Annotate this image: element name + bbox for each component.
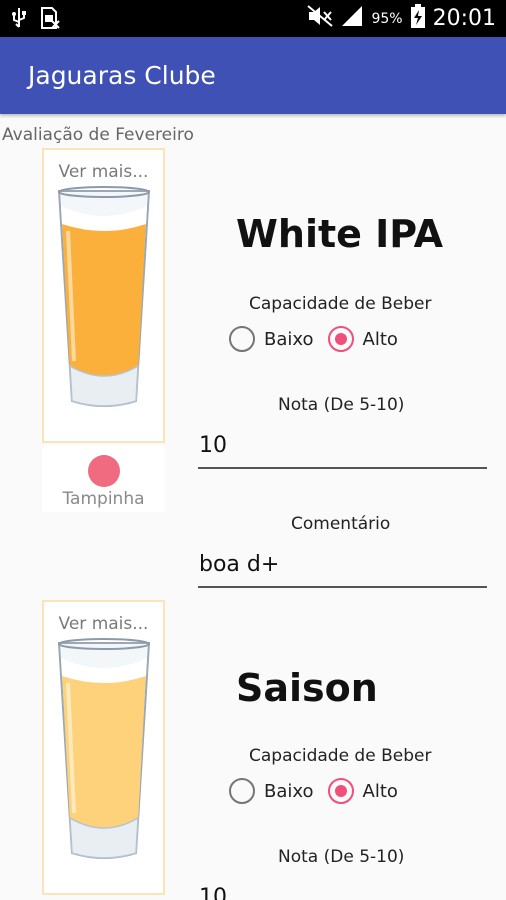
status-bar: 95% 20:01 (0, 0, 506, 37)
radio-alto[interactable]: Alto (327, 778, 398, 804)
nota-field[interactable]: 10 (198, 881, 487, 900)
radio-alto-label: Alto (362, 780, 398, 802)
sim-card-off-icon (40, 7, 60, 34)
radio-alto[interactable]: Alto (327, 326, 398, 352)
radio-baixo-circle[interactable] (229, 778, 255, 804)
tampinha-indicator (88, 455, 120, 487)
radio-alto-circle[interactable] (327, 326, 354, 352)
comentario-field[interactable]: boa d+ (198, 548, 487, 588)
app-bar: Jaguaras Clube (0, 37, 506, 114)
battery-percent: 95% (371, 10, 403, 27)
nota-field[interactable]: 10 (198, 429, 487, 469)
section-title: Avaliação de Fevereiro (2, 125, 194, 145)
beer-name: Saison (236, 666, 378, 710)
radio-baixo-label: Baixo (264, 328, 314, 350)
comentario-value[interactable]: boa d+ (199, 552, 279, 577)
ver-mais-link[interactable]: Ver mais... (44, 614, 163, 634)
beer-card: Ver mais... Tampinha White IPA Capacidad… (0, 148, 506, 598)
capacidade-radio-group: Baixo Alto (229, 778, 412, 804)
beer-name: White IPA (236, 212, 444, 256)
nota-label: Nota (De 5-10) (278, 847, 405, 867)
beer-glass-icon (57, 186, 151, 407)
tampinha-button[interactable]: Tampinha (42, 445, 165, 512)
radio-alto-circle[interactable] (327, 778, 354, 804)
nota-value[interactable]: 10 (199, 433, 227, 458)
beer-glass-icon (57, 638, 151, 859)
nota-label: Nota (De 5-10) (278, 395, 405, 415)
capacidade-label: Capacidade de Beber (249, 746, 432, 766)
capacidade-label: Capacidade de Beber (249, 294, 432, 314)
radio-baixo-circle[interactable] (229, 326, 255, 352)
battery-charging-icon (410, 4, 425, 33)
beer-card: Ver mais... Saison Capacidade de Beber B… (0, 600, 506, 900)
mute-icon (307, 5, 334, 32)
usb-icon (10, 7, 28, 34)
beer-image-box[interactable]: Ver mais... (42, 600, 165, 895)
clock: 20:01 (432, 6, 496, 31)
comentario-label: Comentário (291, 514, 391, 534)
beer-image-box[interactable]: Ver mais... (42, 148, 165, 443)
nota-value[interactable]: 10 (199, 885, 227, 900)
signal-icon (341, 5, 363, 32)
ver-mais-link[interactable]: Ver mais... (44, 162, 163, 182)
radio-baixo[interactable]: Baixo (229, 326, 314, 352)
app-title: Jaguaras Clube (28, 61, 216, 90)
radio-baixo-label: Baixo (264, 780, 314, 802)
radio-baixo[interactable]: Baixo (229, 778, 314, 804)
radio-alto-label: Alto (362, 328, 398, 350)
tampinha-label: Tampinha (62, 489, 145, 509)
capacidade-radio-group: Baixo Alto (229, 326, 412, 352)
